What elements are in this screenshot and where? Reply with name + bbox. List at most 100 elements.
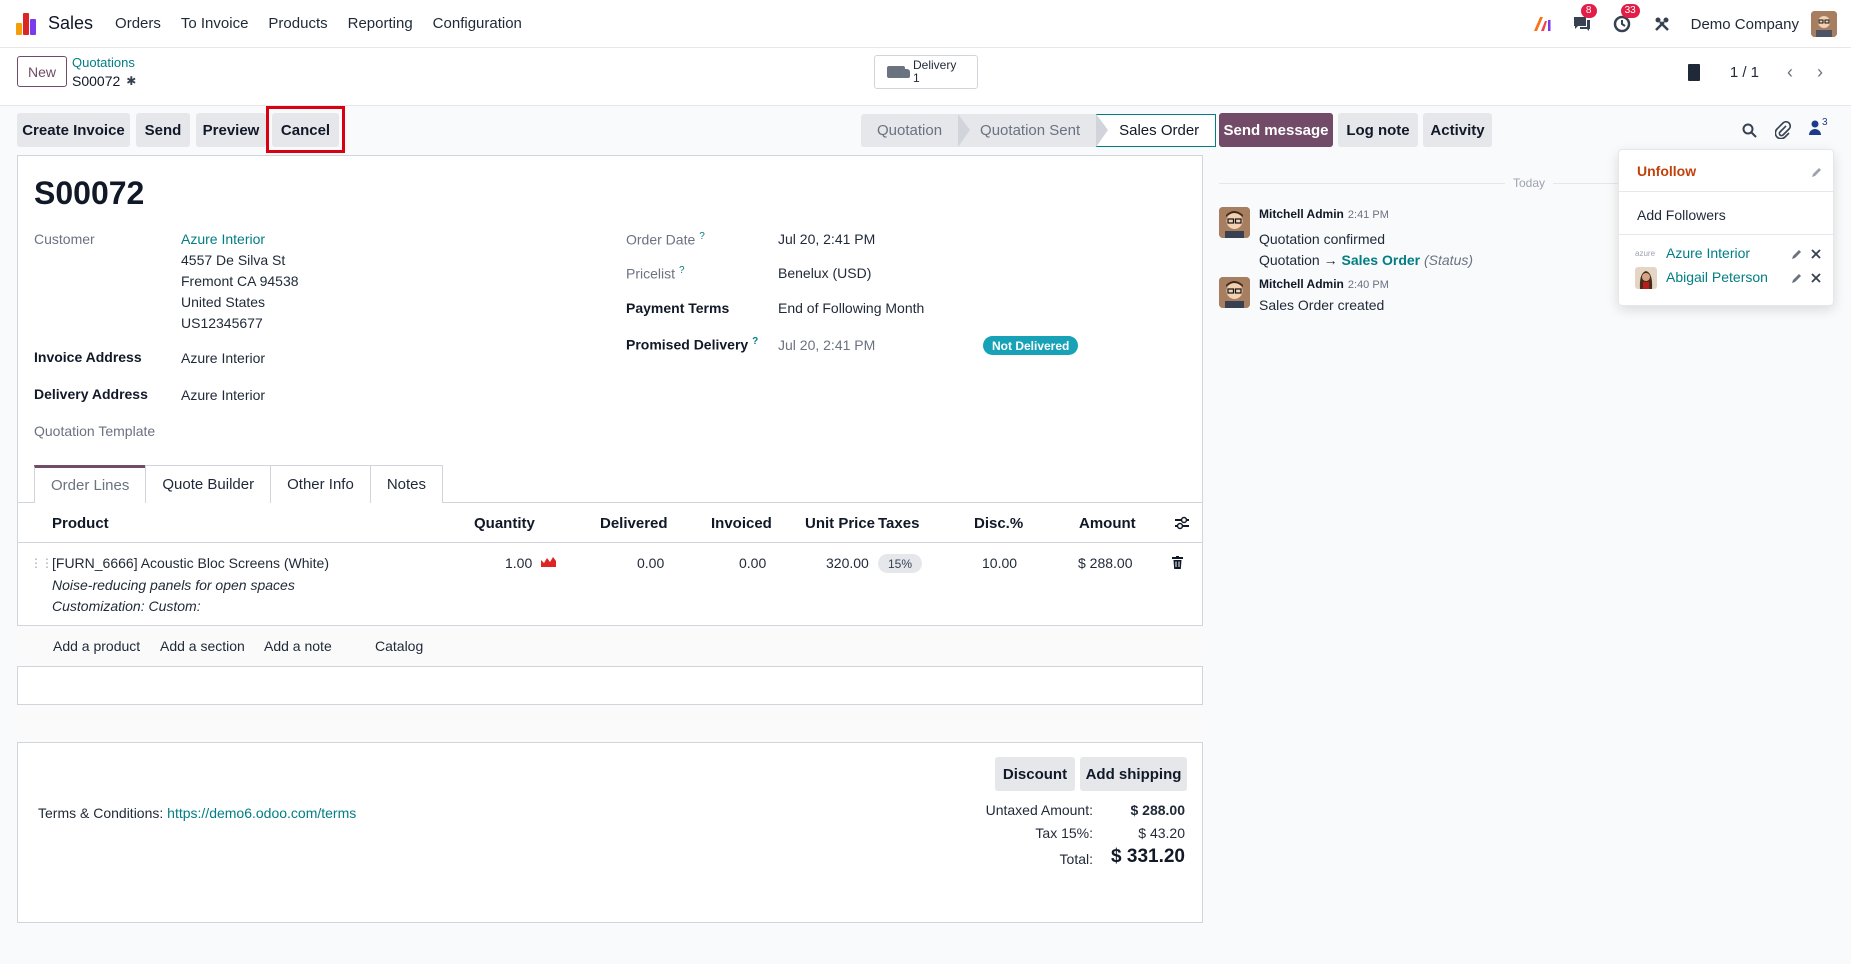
- col-invoiced[interactable]: Invoiced: [711, 515, 772, 532]
- pager-next-icon[interactable]: ›: [1805, 60, 1835, 84]
- drag-handle-icon[interactable]: ⋮⋮: [30, 556, 53, 570]
- follower-azure-interior[interactable]: Azure Interior: [1666, 245, 1750, 261]
- cell-unit-price[interactable]: 320.00: [826, 555, 869, 571]
- today-divider: [1219, 183, 1619, 184]
- remove-follower-icon[interactable]: [1811, 249, 1821, 259]
- send-message-button[interactable]: Send message: [1219, 113, 1333, 147]
- invoice-address-field[interactable]: Azure Interior: [181, 350, 265, 366]
- bookmark-icon[interactable]: [1687, 63, 1700, 81]
- messages-icon[interactable]: 8: [1571, 4, 1597, 35]
- cancel-button[interactable]: Cancel: [272, 113, 339, 147]
- avatar: [1635, 267, 1657, 289]
- app-brand[interactable]: Sales: [16, 12, 115, 35]
- settings-tools-icon[interactable]: [1651, 13, 1673, 35]
- product-link[interactable]: [FURN_6666] Acoustic Bloc Screens (White…: [52, 555, 329, 571]
- help-icon[interactable]: ?: [752, 336, 758, 347]
- tab-order-lines[interactable]: Order Lines: [34, 465, 147, 503]
- avatar[interactable]: [1219, 207, 1250, 238]
- customer-city: Fremont CA 94538: [181, 273, 299, 289]
- avatar[interactable]: [1219, 277, 1250, 308]
- optional-columns-icon[interactable]: [1174, 516, 1190, 530]
- promised-delivery-label: Promised Delivery?: [626, 336, 759, 353]
- edit-subscription-icon[interactable]: [1811, 166, 1823, 178]
- delivery-address-label: Delivery Address: [34, 386, 148, 402]
- add-note-link[interactable]: Add a note: [264, 638, 332, 654]
- col-unit-price[interactable]: Unit Price: [805, 515, 875, 532]
- discount-button[interactable]: Discount: [995, 757, 1075, 791]
- message-author[interactable]: Mitchell Admin 2:40 PM: [1259, 277, 1389, 291]
- add-product-link[interactable]: Add a product: [53, 638, 140, 654]
- add-shipping-button[interactable]: Add shipping: [1080, 757, 1187, 791]
- edit-follower-icon[interactable]: [1791, 248, 1803, 260]
- product-description: Noise-reducing panels for open spaces: [52, 577, 295, 593]
- customer-link[interactable]: Azure Interior: [181, 231, 265, 247]
- empty-row: [17, 705, 1203, 742]
- col-taxes[interactable]: Taxes: [878, 515, 919, 532]
- activities-icon[interactable]: 33: [1611, 4, 1640, 35]
- followers-button[interactable]: 3: [1808, 117, 1828, 140]
- send-button[interactable]: Send: [136, 113, 190, 147]
- pager: 1 / 1 ‹ ›: [1687, 60, 1835, 84]
- pricelist-field[interactable]: Benelux (USD): [778, 265, 871, 281]
- tax-badge[interactable]: 15%: [878, 554, 923, 573]
- follower-abigail-peterson[interactable]: Abigail Peterson: [1666, 269, 1768, 285]
- remove-follower-icon[interactable]: [1811, 273, 1821, 283]
- edit-follower-icon[interactable]: [1791, 272, 1803, 284]
- col-quantity[interactable]: Quantity: [474, 515, 535, 532]
- add-followers-button[interactable]: Add Followers: [1637, 207, 1726, 223]
- delivery-address-field[interactable]: Azure Interior: [181, 387, 265, 403]
- unfollow-button[interactable]: Unfollow: [1637, 163, 1696, 179]
- promised-delivery-field[interactable]: Jul 20, 2:41 PM: [778, 337, 875, 353]
- new-button[interactable]: New: [17, 56, 67, 87]
- menu-reporting[interactable]: Reporting: [348, 15, 413, 32]
- pager-previous-icon[interactable]: ‹: [1775, 60, 1805, 84]
- truck-icon: [887, 66, 910, 78]
- log-note-button[interactable]: Log note: [1338, 113, 1418, 147]
- col-product[interactable]: Product: [52, 515, 109, 532]
- stage-quotation[interactable]: Quotation: [861, 114, 971, 147]
- delivery-smart-button[interactable]: Delivery 1: [874, 55, 978, 89]
- breadcrumb-current-label: S00072: [72, 73, 121, 89]
- user-avatar[interactable]: [1811, 11, 1837, 37]
- cell-invoiced: 0.00: [739, 555, 767, 571]
- col-delivered[interactable]: Delivered: [600, 515, 668, 532]
- forecast-chart-icon[interactable]: [541, 556, 556, 567]
- breadcrumb-quotations[interactable]: Quotations: [72, 55, 135, 70]
- create-invoice-button[interactable]: Create Invoice: [17, 113, 130, 147]
- message-author[interactable]: Mitchell Admin 2:41 PM: [1259, 207, 1389, 221]
- col-discount[interactable]: Disc.%: [974, 515, 1023, 532]
- preview-button[interactable]: Preview: [196, 113, 266, 147]
- delete-line-icon[interactable]: [1172, 556, 1183, 569]
- help-icon[interactable]: ?: [699, 231, 705, 242]
- company-switcher[interactable]: Demo Company: [1691, 16, 1799, 33]
- tab-other-info[interactable]: Other Info: [270, 465, 371, 503]
- payment-terms-field[interactable]: End of Following Month: [778, 300, 924, 316]
- total-value: $ 331.20: [1111, 846, 1185, 867]
- cell-discount[interactable]: 10.00: [982, 555, 1017, 571]
- gear-icon[interactable]: ✱: [126, 74, 136, 88]
- tab-quote-builder[interactable]: Quote Builder: [145, 465, 272, 503]
- activity-button[interactable]: Activity: [1423, 113, 1492, 147]
- order-date-field[interactable]: Jul 20, 2:41 PM: [778, 231, 875, 247]
- menu-to-invoice[interactable]: To Invoice: [181, 15, 249, 32]
- record-title: S00072: [34, 175, 145, 211]
- col-amount[interactable]: Amount: [1079, 515, 1136, 532]
- app-name: Sales: [48, 13, 94, 33]
- menu-orders[interactable]: Orders: [115, 15, 161, 32]
- cell-quantity[interactable]: 1.00: [505, 555, 532, 571]
- stage-sales-order[interactable]: Sales Order: [1096, 114, 1217, 147]
- dropdown-divider: [1619, 234, 1835, 235]
- catalog-link[interactable]: Catalog: [375, 638, 423, 654]
- payment-terms-label: Payment Terms: [626, 300, 730, 316]
- menu-products[interactable]: Products: [268, 15, 327, 32]
- help-icon[interactable]: ?: [679, 265, 685, 276]
- stage-quotation-sent[interactable]: Quotation Sent: [958, 114, 1109, 147]
- terms-link[interactable]: https://demo6.odoo.com/terms: [167, 805, 356, 821]
- search-icon[interactable]: [1742, 123, 1757, 138]
- ai-assistant-icon[interactable]: [1531, 13, 1553, 35]
- menu-configuration[interactable]: Configuration: [433, 15, 522, 32]
- add-section-link[interactable]: Add a section: [160, 638, 245, 654]
- paperclip-icon[interactable]: [1775, 121, 1791, 139]
- tab-notes[interactable]: Notes: [369, 465, 443, 503]
- pager-value[interactable]: 1 / 1: [1730, 64, 1759, 81]
